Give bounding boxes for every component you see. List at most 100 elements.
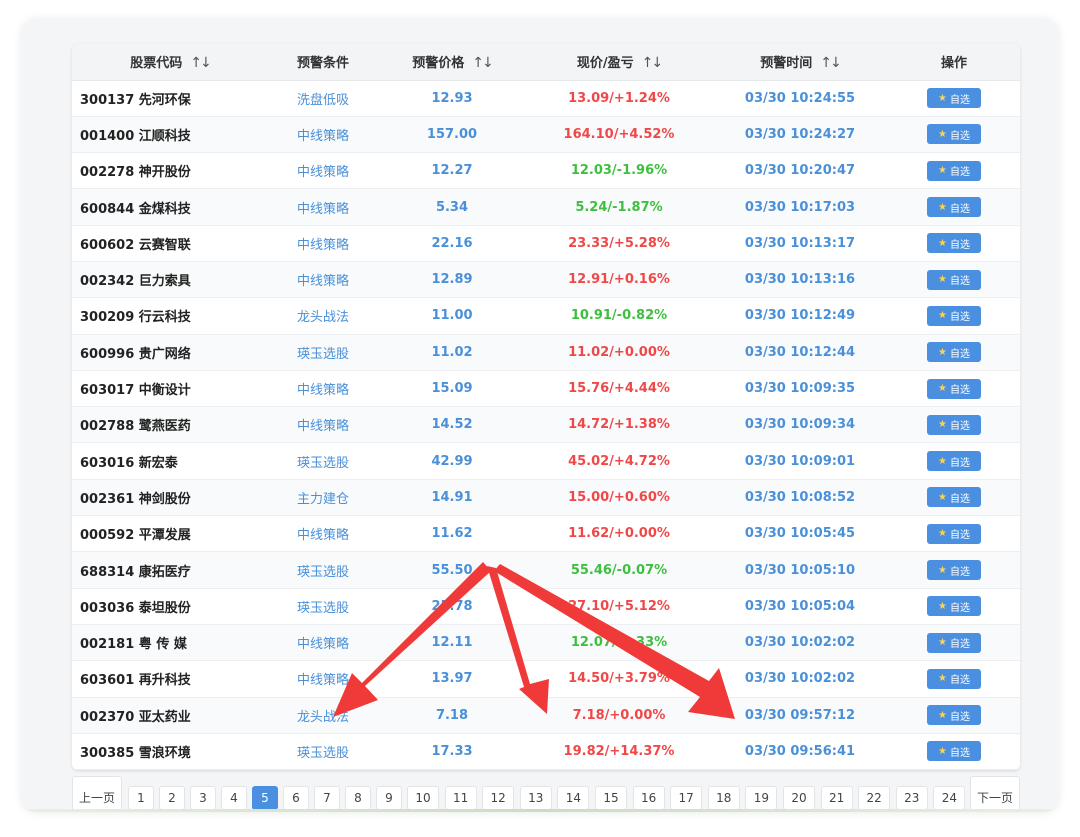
current-price-pl: 12.07/-0.33% (526, 624, 712, 662)
star-icon: ★ (938, 346, 947, 358)
add-watchlist-button[interactable]: ★ 自选 (927, 523, 981, 544)
add-watchlist-button[interactable]: ★ 自选 (927, 269, 981, 290)
add-watchlist-label: 自选 (949, 675, 970, 687)
page-button-7[interactable]: 7 (314, 786, 340, 810)
page-button-6[interactable]: 6 (283, 786, 309, 810)
add-watchlist-button[interactable]: ★ 自选 (927, 378, 981, 399)
stock-code-name: 002181 粤 传 媒 (72, 624, 268, 662)
alert-price: 55.50 (378, 551, 526, 589)
alert-time: 03/30 10:02:02 (712, 624, 888, 662)
add-watchlist-button[interactable]: ★ 自选 (927, 88, 981, 109)
stock-code-name: 002788 鹭燕医药 (72, 406, 268, 444)
page-button-2[interactable]: 2 (159, 786, 185, 810)
table-row: 688314 康拓医疗 瑛玉选股 55.50 55.46/-0.07% 03/30 10… (72, 551, 1020, 589)
alert-price: 14.52 (378, 406, 526, 444)
add-watchlist-button[interactable]: ★ 自选 (927, 342, 981, 363)
star-icon: ★ (938, 745, 947, 757)
add-watchlist-button[interactable]: ★ 自选 (927, 451, 981, 472)
page-button-24[interactable]: 24 (933, 786, 966, 810)
stock-code-name: 600996 贵广网络 (72, 334, 268, 371)
add-watchlist-button[interactable]: ★ 自选 (927, 560, 981, 580)
add-watchlist-button[interactable]: ★ 自选 (927, 414, 981, 435)
alert-condition: 中线策略 (268, 261, 378, 299)
alert-condition: 龙头战法 (268, 297, 378, 335)
add-watchlist-button[interactable]: ★ 自选 (927, 705, 981, 726)
current-price-pl: 10.91/-0.82% (526, 297, 712, 335)
alert-time: 03/30 10:13:17 (712, 225, 888, 262)
column-header-alert-price[interactable]: 预警价格 ↑↓ (378, 44, 526, 81)
current-price-pl: 12.91/+0.16% (526, 261, 712, 299)
sort-icon[interactable]: ↑↓ (642, 55, 664, 71)
page-button-15[interactable]: 15 (595, 786, 627, 810)
alert-condition: 龙头战法 (268, 697, 378, 734)
stock-code-name: 300385 雪浪环境 (72, 733, 268, 770)
sort-icon[interactable]: ↑↓ (472, 55, 494, 71)
page-button-9[interactable]: 9 (376, 786, 402, 810)
next-page-button[interactable]: 下一页 (970, 776, 1020, 812)
page-button-21[interactable]: 21 (820, 786, 853, 810)
column-header-condition: 预警条件 (268, 44, 378, 81)
screenshot-frame: 股票代码 ↑↓ 预警条件 预警价格 ↑↓ 现价/盈亏 ↑↓ 预警时间 ↑↓ 操作 300… (22, 20, 1058, 812)
page-button-17[interactable]: 17 (670, 786, 703, 810)
page-button-8[interactable]: 8 (345, 786, 371, 810)
page-button-18[interactable]: 18 (707, 786, 740, 810)
add-watchlist-button[interactable]: ★ 自选 (927, 305, 981, 326)
page-button-19[interactable]: 19 (745, 786, 778, 810)
add-watchlist-button[interactable]: ★ 自选 (927, 596, 981, 617)
alert-condition: 瑛玉选股 (268, 733, 378, 770)
page-button-13[interactable]: 13 (519, 786, 552, 810)
page-button-5[interactable]: 5 (252, 786, 278, 810)
column-header-now-pl[interactable]: 现价/盈亏 ↑↓ (526, 44, 712, 81)
add-watchlist-button[interactable]: ★ 自选 (927, 741, 981, 762)
page-button-4[interactable]: 4 (221, 786, 247, 810)
add-watchlist-button[interactable]: ★ 自选 (927, 668, 981, 689)
alert-price: 157.00 (378, 116, 526, 154)
table-row: 300385 雪浪环境 瑛玉选股 17.33 19.82/+14.37% 03/30 0… (72, 733, 1020, 770)
alert-condition: 中线策略 (268, 515, 378, 553)
stock-code-name: 603017 中衡设计 (72, 370, 268, 408)
add-watchlist-button[interactable]: ★ 自选 (927, 160, 981, 181)
add-watchlist-button[interactable]: ★ 自选 (927, 197, 981, 218)
add-watchlist-button[interactable]: ★ 自选 (927, 233, 981, 254)
table-header: 股票代码 ↑↓ 预警条件 预警价格 ↑↓ 现价/盈亏 ↑↓ 预警时间 ↑↓ 操作 (72, 44, 1020, 81)
page-button-11[interactable]: 11 (444, 786, 477, 810)
add-watchlist-label: 自选 (949, 566, 970, 578)
alert-condition: 中线策略 (268, 188, 378, 226)
alert-condition: 瑛玉选股 (268, 588, 378, 625)
add-watchlist-label: 自选 (949, 348, 970, 360)
action-cell: ★ 自选 (888, 406, 1020, 444)
star-icon: ★ (938, 564, 947, 576)
table-row: 003036 泰坦股份 瑛玉选股 25.78 27.10/+5.12% 03/30 10… (72, 588, 1020, 625)
stock-code-name: 001400 江顺科技 (72, 116, 268, 154)
alert-condition: 中线策略 (268, 660, 378, 698)
prev-page-button[interactable]: 上一页 (72, 776, 122, 812)
add-watchlist-label: 自选 (949, 711, 970, 723)
alert-price: 12.89 (378, 261, 526, 299)
page-button-3[interactable]: 3 (190, 786, 216, 810)
page-button-16[interactable]: 16 (632, 786, 665, 810)
stock-code-name: 002278 神开股份 (72, 152, 268, 190)
column-header-alert-time[interactable]: 预警时间 ↑↓ (712, 44, 888, 81)
sort-icon[interactable]: ↑↓ (820, 55, 842, 71)
page-button-20[interactable]: 20 (783, 786, 815, 810)
add-watchlist-button[interactable]: ★ 自选 (927, 124, 981, 145)
alert-price: 12.11 (378, 624, 526, 662)
alert-price: 5.34 (378, 188, 526, 226)
page-button-1[interactable]: 1 (128, 786, 154, 810)
add-watchlist-label: 自选 (949, 130, 970, 142)
add-watchlist-button[interactable]: ★ 自选 (927, 487, 981, 508)
star-icon: ★ (938, 528, 947, 540)
add-watchlist-label: 自选 (949, 421, 970, 433)
add-watchlist-button[interactable]: ★ 自选 (927, 632, 981, 653)
page-button-12[interactable]: 12 (482, 786, 515, 810)
page-button-22[interactable]: 22 (858, 786, 891, 810)
page-button-14[interactable]: 14 (557, 786, 590, 810)
sort-icon[interactable]: ↑↓ (190, 55, 212, 71)
alert-price: 14.91 (378, 479, 526, 517)
alert-price: 15.09 (378, 370, 526, 408)
column-header-code[interactable]: 股票代码 ↑↓ (72, 44, 268, 81)
alert-time: 03/30 10:09:01 (712, 442, 888, 480)
page-button-10[interactable]: 10 (407, 786, 439, 810)
add-watchlist-label: 自选 (949, 602, 970, 614)
page-button-23[interactable]: 23 (895, 786, 928, 810)
